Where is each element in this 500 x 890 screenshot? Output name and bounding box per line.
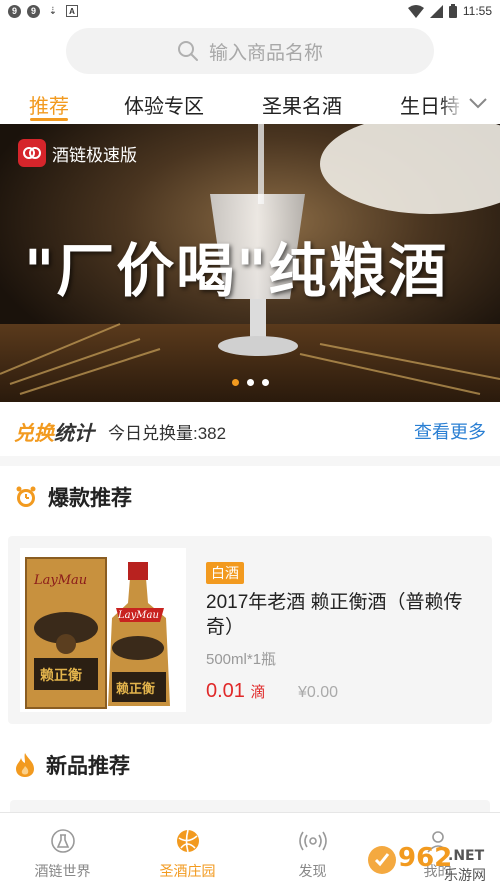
carousel-dot[interactable]: [231, 379, 239, 386]
banner-slogan: "厂价喝"纯粮酒: [24, 237, 449, 305]
carousel-dots: [0, 379, 500, 386]
bottle-label-text: 赖正衡: [116, 681, 155, 696]
status-right: 11:55: [407, 4, 492, 18]
watermark-suffix: .NET: [448, 848, 485, 864]
search-icon: [177, 41, 198, 61]
tab-famous-liquor[interactable]: 圣果名酒: [262, 90, 342, 119]
banner-logo: 酒链极速版: [18, 139, 137, 167]
exchange-logo-accent: 兑换: [14, 422, 54, 445]
view-more-link[interactable]: 查看更多: [414, 418, 486, 444]
status-time: 11:55: [462, 4, 492, 18]
exchange-logo-dark: 统计: [54, 422, 94, 445]
box-brand-text: LayMau: [33, 573, 87, 588]
signal-icon: [429, 4, 443, 18]
product-price: 0.01 滴: [206, 680, 266, 703]
category-tabs: 推荐 体验专区 圣果名酒 生日特: [0, 84, 500, 122]
search-placeholder: 输入商品名称: [208, 42, 323, 64]
box-label-text: 赖正衡: [40, 667, 82, 683]
nav-label: 圣酒庄园: [159, 863, 216, 879]
nav-label: 酒链世界: [34, 863, 91, 879]
carousel-dot[interactable]: [246, 379, 254, 386]
ball-icon: [174, 827, 202, 855]
exchange-stats: 兑换统计 今日兑换量:382 查看更多: [0, 410, 500, 452]
status-bar: 9 9 ⇣ A 11:55: [0, 0, 500, 22]
new-section-title: 新品推荐: [14, 750, 130, 780]
new-section-label: 新品推荐: [46, 755, 130, 778]
banner-logo-text: 酒链极速版: [52, 145, 137, 165]
product-image: LayMau 赖正衡 LayMau 赖正衡: [20, 548, 186, 712]
tab-recommend[interactable]: 推荐: [29, 90, 69, 119]
product-original-price: ¥0.00: [298, 684, 339, 701]
alarm-clock-icon: [16, 486, 36, 507]
notification-icon: 9: [27, 4, 40, 18]
flask-icon: [49, 827, 77, 855]
tabs-expand[interactable]: [440, 84, 500, 122]
price-unit: 滴: [250, 684, 266, 701]
app-a-icon: A: [66, 5, 78, 17]
section-divider: [0, 456, 500, 466]
battery-icon: [448, 4, 457, 18]
nav-discover[interactable]: 发现: [250, 813, 375, 890]
hot-section-title: 爆款推荐: [14, 482, 132, 512]
exchange-stats-logo: 兑换统计: [14, 417, 94, 446]
hot-section-label: 爆款推荐: [48, 487, 132, 510]
site-watermark: 962 .NET 乐游网: [364, 836, 498, 886]
carousel-dot[interactable]: [261, 379, 269, 386]
product-card[interactable]: LayMau 赖正衡 LayMau 赖正衡 白酒 2017年老酒 赖正衡酒（普赖…: [8, 536, 492, 724]
tab-experience[interactable]: 体验专区: [124, 90, 204, 119]
product-spec: 500ml*1瓶: [206, 651, 277, 668]
wifi-icon: [407, 4, 424, 18]
active-tab-indicator: [30, 118, 68, 121]
next-card-peek: [10, 800, 490, 812]
promo-banner[interactable]: 酒链极速版 "厂价喝"纯粮酒: [0, 124, 500, 402]
product-category-badge: 白酒: [206, 562, 244, 584]
download-icon: ⇣: [48, 5, 58, 17]
status-left: 9 9 ⇣ A: [8, 4, 78, 18]
bottle-brand-text: LayMau: [117, 610, 159, 621]
product-name: 2017年老酒 赖正衡酒（普赖传奇）: [206, 592, 463, 638]
today-exchange-count: 今日兑换量:382: [108, 423, 227, 443]
nav-wine-world[interactable]: 酒链世界: [0, 813, 125, 890]
price-value: 0.01: [206, 680, 245, 702]
app-logo-icon: [18, 139, 46, 167]
notification-icon: 9: [8, 4, 21, 18]
nav-wine-manor[interactable]: 圣酒庄园: [125, 813, 250, 890]
watermark-sub: 乐游网: [444, 868, 486, 884]
search-bar[interactable]: 输入商品名称: [66, 28, 434, 74]
nav-label: 发现: [298, 863, 327, 879]
flame-icon: [16, 753, 34, 777]
radar-icon: [298, 827, 327, 855]
chevron-down-icon: [469, 98, 487, 109]
